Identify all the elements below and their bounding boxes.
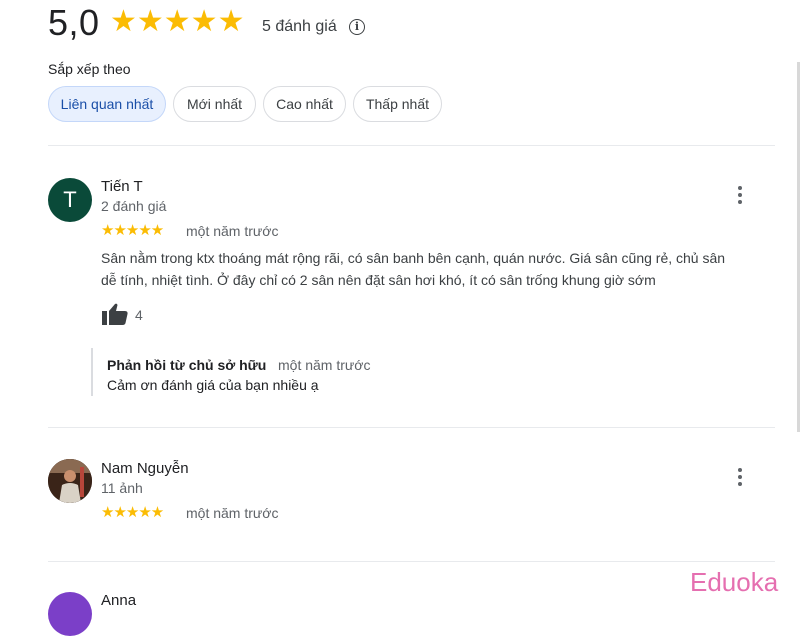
divider (48, 561, 775, 562)
owner-reply-time: một năm trước (278, 357, 371, 373)
rating-stars: ★★★★★ (110, 5, 245, 38)
rating-score: 5,0 (48, 2, 100, 43)
review-stars: ★★★★★ (101, 504, 164, 521)
divider (48, 145, 775, 146)
reviewer-meta[interactable]: 2 đánh giá (101, 198, 166, 214)
reviewer-name[interactable]: Anna (101, 592, 136, 609)
review-time: một năm trước (186, 505, 279, 521)
sort-chip-relevant[interactable]: Liên quan nhất (48, 86, 166, 122)
review-text-line: Sân nằm trong ktx thoáng mát rộng rãi, c… (101, 250, 726, 266)
info-icon[interactable]: i (349, 19, 365, 35)
like-count: 4 (135, 307, 143, 323)
thumbs-up-icon[interactable] (101, 302, 129, 326)
reviewer-name[interactable]: Tiến T (101, 178, 143, 195)
avatar[interactable]: T (48, 178, 92, 222)
sort-label: Sắp xếp theo (48, 61, 131, 77)
review-time: một năm trước (186, 223, 279, 239)
avatar[interactable] (48, 459, 92, 503)
reply-bar (91, 348, 93, 396)
avatar[interactable] (48, 592, 92, 636)
review-stars: ★★★★★ (101, 222, 164, 239)
review-count[interactable]: 5 đánh giá (262, 18, 337, 36)
review-text-line: dễ tính, nhiệt tình. Ở đây chỉ có 2 sân … (101, 272, 656, 288)
watermark-logo: Eduoka (690, 567, 779, 597)
owner-reply-text: Cảm ơn đánh giá của bạn nhiều ạ (107, 377, 319, 393)
sort-chip-newest[interactable]: Mới nhất (173, 86, 256, 122)
sort-chip-lowest[interactable]: Thấp nhất (353, 86, 442, 122)
reviewer-meta[interactable]: 11 ảnh (101, 480, 143, 496)
more-options-icon[interactable] (730, 466, 750, 490)
more-options-icon[interactable] (730, 184, 750, 208)
owner-reply-title: Phản hồi từ chủ sở hữu (107, 357, 267, 373)
reviewer-name[interactable]: Nam Nguyễn (101, 460, 189, 477)
sort-chip-highest[interactable]: Cao nhất (263, 86, 346, 122)
divider (48, 427, 775, 428)
review-text: Sân nằm trong ktx thoáng mát rộng rãi, c… (101, 247, 771, 291)
